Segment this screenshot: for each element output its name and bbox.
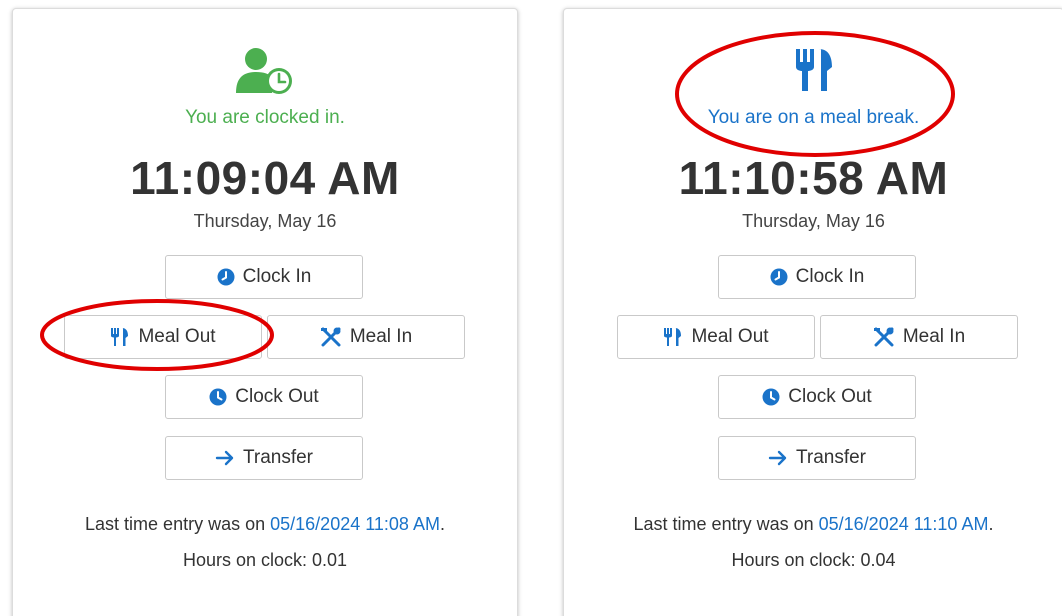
status-text: You are clocked in.	[185, 107, 345, 128]
arrow-right-icon	[768, 449, 788, 467]
transfer-button[interactable]: Transfer	[165, 436, 363, 480]
last-entry-prefix: Last time entry was on	[633, 514, 814, 534]
hours-on-clock: Hours on clock: 0.01	[182, 550, 348, 570]
current-date: Thursday, May 16	[742, 211, 885, 231]
screenshot-stage: You are clocked in. 11:09:04 AM Thursday…	[0, 0, 1062, 616]
last-entry-link[interactable]: 05/16/2024 11:08 AM	[270, 514, 440, 534]
status-text: You are on a meal break.	[707, 107, 920, 128]
last-entry-line: Last time entry was on 05/16/2024 11:08 …	[85, 514, 445, 534]
meal-in-button[interactable]: Meal In	[820, 315, 1018, 359]
meal-out-button[interactable]: Meal Out	[64, 315, 262, 359]
utensils-icon	[564, 47, 1062, 103]
meal-in-button[interactable]: Meal In	[267, 315, 465, 359]
clock-icon	[209, 388, 227, 406]
clock-out-label: Clock Out	[235, 386, 319, 407]
clock-icon	[217, 268, 235, 286]
crossed-utensils-icon	[873, 327, 895, 347]
meal-in-label: Meal In	[349, 326, 413, 347]
current-time: 11:10:58 AM	[678, 152, 949, 204]
clock-in-label: Clock In	[795, 266, 865, 287]
clock-out-button[interactable]: Clock Out	[165, 375, 363, 419]
meal-out-label: Meal Out	[138, 326, 216, 347]
arrow-right-icon	[215, 449, 235, 467]
clock-in-label: Clock In	[242, 266, 312, 287]
utensils-icon	[110, 327, 130, 347]
clock-icon	[770, 268, 788, 286]
last-entry-link[interactable]: 05/16/2024 11:10 AM	[819, 514, 989, 534]
meal-in-label: Meal In	[902, 326, 966, 347]
transfer-label: Transfer	[795, 447, 867, 468]
meal-out-button[interactable]: Meal Out	[617, 315, 815, 359]
transfer-label: Transfer	[242, 447, 314, 468]
crossed-utensils-icon	[320, 327, 342, 347]
clock-icon	[762, 388, 780, 406]
clock-in-button[interactable]: Clock In	[165, 255, 363, 299]
user-clock-icon	[13, 47, 517, 103]
current-date: Thursday, May 16	[193, 211, 337, 231]
last-entry-line: Last time entry was on 05/16/2024 11:10 …	[633, 514, 994, 534]
clock-out-button[interactable]: Clock Out	[718, 375, 916, 419]
last-entry-prefix: Last time entry was on	[85, 514, 266, 534]
timeclock-card-meal-break: You are on a meal break. 11:10:58 AM Thu…	[563, 8, 1062, 616]
hours-on-clock: Hours on clock: 0.04	[731, 550, 896, 570]
current-time: 11:09:04 AM	[130, 152, 400, 204]
utensils-icon	[663, 327, 683, 347]
meal-out-label: Meal Out	[691, 326, 769, 347]
clock-out-label: Clock Out	[788, 386, 872, 407]
clock-in-button[interactable]: Clock In	[718, 255, 916, 299]
transfer-button[interactable]: Transfer	[718, 436, 916, 480]
timeclock-card-clocked-in: You are clocked in. 11:09:04 AM Thursday…	[12, 8, 518, 616]
